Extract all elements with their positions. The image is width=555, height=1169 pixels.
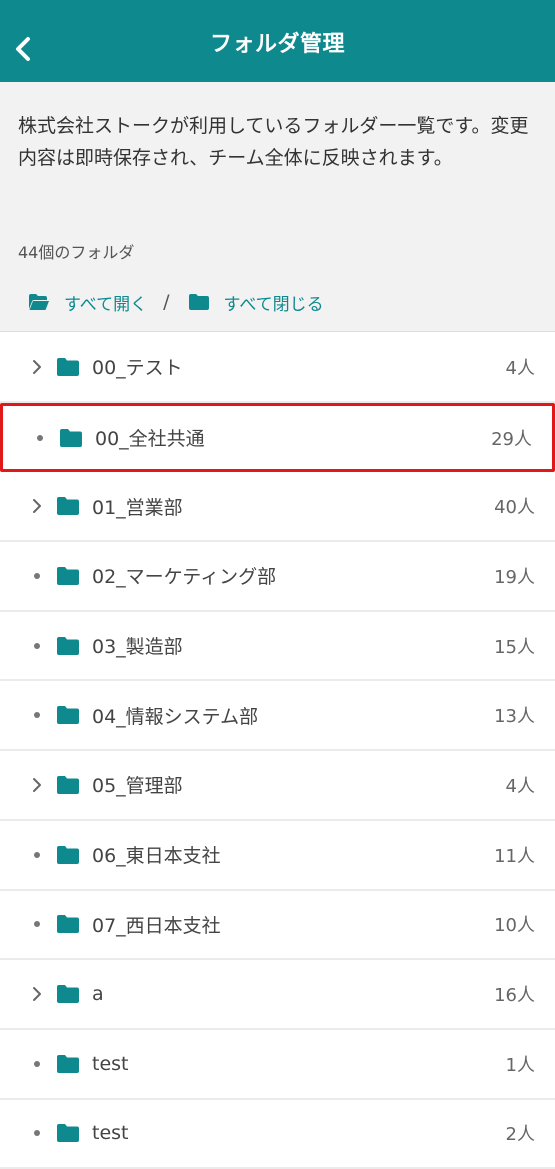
expand-all-button[interactable]: すべて開く [28, 290, 147, 315]
bullet-dot [34, 642, 40, 649]
folder-icon [57, 1054, 79, 1073]
folder-name: test [92, 1122, 129, 1145]
folder-row[interactable]: 07_西日本支社 10人 [0, 891, 555, 961]
folder-name: a [92, 983, 104, 1006]
folder-icon [57, 357, 79, 376]
bullet-dot [34, 851, 40, 858]
folder-row[interactable]: 02_マーケティング部 19人 [0, 542, 555, 612]
expand-toggle[interactable] [28, 984, 46, 1004]
bullet-dot [34, 1060, 40, 1067]
folder-row[interactable]: 03_製造部 15人 [0, 612, 555, 682]
folder-row[interactable]: 00_テスト 4人 [0, 333, 555, 403]
chevron-right-icon [33, 359, 41, 374]
member-count: 2人 [505, 1124, 535, 1146]
folder-row[interactable]: test 1人 [0, 1030, 555, 1100]
folder-icon [57, 985, 79, 1004]
folder-name: 06_東日本支社 [92, 845, 221, 868]
member-count: 11人 [494, 845, 535, 867]
folder-row[interactable]: 01_営業部 40人 [0, 472, 555, 543]
action-separator: / [163, 291, 170, 313]
member-count: 10人 [494, 915, 535, 937]
folder-name: 01_営業部 [92, 496, 183, 519]
member-count: 29人 [491, 428, 532, 450]
folder-icon [57, 636, 79, 655]
member-count: 4人 [505, 775, 535, 797]
bullet-dot [34, 921, 40, 928]
expand-toggle[interactable] [28, 496, 46, 516]
folder-name: test [92, 1052, 129, 1075]
bullet-marker [31, 428, 49, 448]
folder-row[interactable]: a 16人 [0, 960, 555, 1030]
bullet-marker [28, 1054, 46, 1074]
folder-name: 00_テスト [92, 357, 183, 380]
expand-collapse-actions: すべて開く / すべて閉じる [28, 287, 324, 317]
bullet-dot [34, 1130, 40, 1137]
bullet-dot [34, 572, 40, 579]
collapse-all-label: すべて閉じる [223, 294, 324, 315]
member-count: 4人 [505, 357, 535, 379]
folder-row[interactable]: 05_管理部 4人 [0, 751, 555, 821]
bullet-dot [37, 434, 43, 441]
member-count: 19人 [494, 566, 535, 588]
folder-icon [57, 706, 79, 725]
member-count: 16人 [494, 985, 535, 1007]
intro-panel: 株式会社ストークが利用しているフォルダー一覧です。変更内容は即時保存され、チーム… [0, 82, 555, 332]
bullet-marker [28, 914, 46, 934]
folder-icon [57, 845, 79, 864]
folder-row[interactable]: 04_情報システム部 13人 [0, 681, 555, 752]
chevron-right-icon [33, 987, 41, 1002]
page-title: フォルダ管理 [209, 32, 345, 57]
member-count: 40人 [494, 497, 535, 519]
bullet-marker [28, 705, 46, 725]
folder-row[interactable]: 06_東日本支社 11人 [0, 821, 555, 891]
bullet-dot [34, 712, 40, 719]
bullet-marker [28, 636, 46, 656]
folder-count: 44個のフォルダ [18, 243, 135, 262]
bullet-marker [28, 845, 46, 865]
expand-toggle[interactable] [28, 775, 46, 795]
folder-name: 03_製造部 [92, 636, 183, 659]
collapse-all-button[interactable]: すべて閉じる [188, 290, 324, 315]
folder-open-icon [29, 294, 49, 310]
folder-icon [188, 294, 209, 310]
folder-name: 05_管理部 [92, 775, 183, 798]
expand-all-label: すべて開く [64, 294, 148, 315]
folder-name: 07_西日本支社 [92, 914, 221, 937]
folder-icon [57, 497, 79, 516]
member-count: 1人 [505, 1054, 535, 1076]
folder-icon [57, 775, 79, 794]
folder-icon [57, 1124, 79, 1143]
member-count: 15人 [494, 636, 535, 658]
folder-list: 00_テスト 4人 00_全社共通 29人 01_営業部 40人 02_マーケテ… [0, 333, 555, 1169]
back-button[interactable] [10, 29, 36, 69]
folder-icon [60, 428, 82, 447]
member-count: 13人 [494, 706, 535, 728]
folder-name: 04_情報システム部 [92, 705, 259, 728]
chevron-right-icon [33, 777, 41, 792]
folder-row[interactable]: 00_全社共通 29人 [0, 402, 555, 473]
bullet-marker [28, 1123, 46, 1143]
bullet-marker [28, 566, 46, 586]
folder-icon [57, 915, 79, 934]
app-header: フォルダ管理 [0, 0, 555, 82]
folder-icon [57, 566, 79, 585]
folder-name: 02_マーケティング部 [92, 566, 277, 589]
folder-description: 株式会社ストークが利用しているフォルダー一覧です。変更内容は即時保存され、チーム… [18, 115, 529, 169]
chevron-right-icon [33, 499, 41, 514]
folder-name: 00_全社共通 [95, 428, 205, 451]
chevron-left-icon [16, 37, 30, 61]
expand-toggle[interactable] [28, 357, 46, 377]
folder-row[interactable]: test 2人 [0, 1100, 555, 1169]
